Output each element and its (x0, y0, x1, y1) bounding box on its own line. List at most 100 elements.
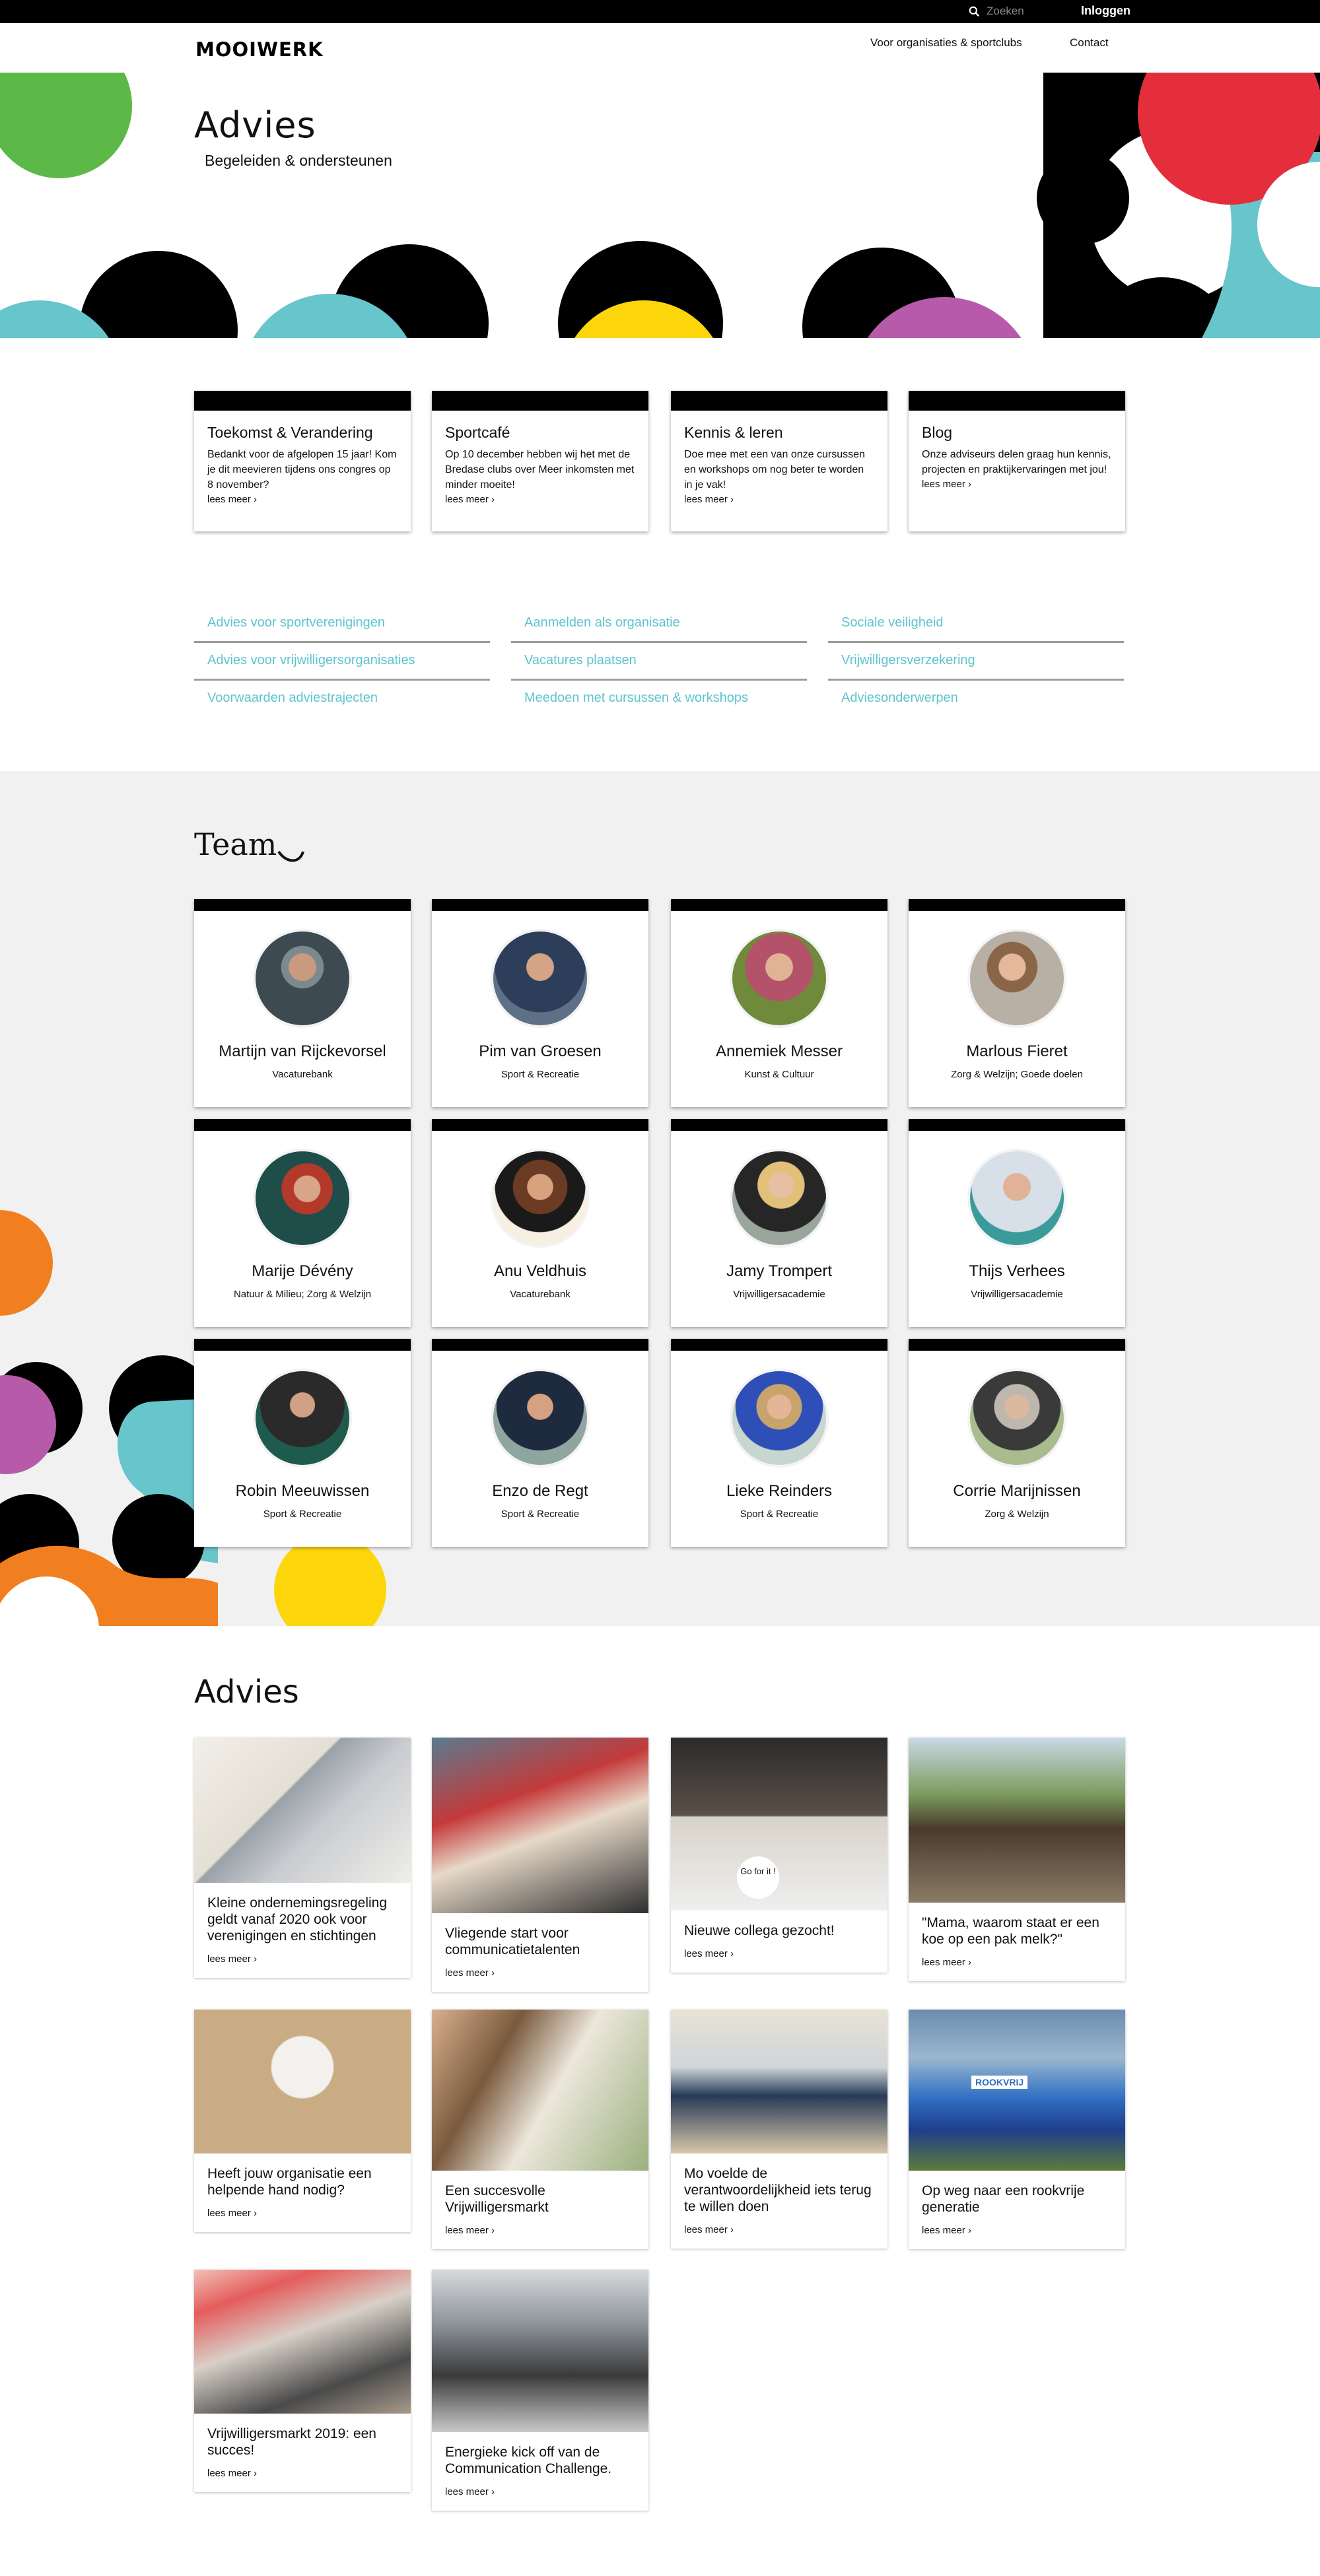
member-name: Thijs Verhees (969, 1262, 1065, 1280)
nav-link-contact[interactable]: Contact (1070, 36, 1109, 50)
link-item[interactable]: Meedoen met cursussen & workshops (511, 681, 807, 718)
team-card[interactable]: Jamy Trompert Vrijwilligersacademie (671, 1119, 887, 1327)
read-more-link[interactable]: lees meer › (922, 479, 1112, 490)
svg-text:Team: Team (194, 827, 277, 862)
read-more-link[interactable]: lees meer › (684, 2224, 874, 2235)
link-item[interactable]: Sociale veiligheid (828, 606, 1124, 643)
team-card[interactable]: Marije Dévény Natuur & Milieu; Zorg & We… (194, 1119, 411, 1327)
card-top-bar (909, 391, 1125, 411)
card-top-bar (194, 1339, 411, 1351)
feature-card-sportcafe[interactable]: Sportcafé Op 10 december hebben wij het … (432, 391, 648, 531)
read-more-link[interactable]: lees meer › (684, 494, 874, 505)
card-top-bar (432, 391, 648, 411)
link-item[interactable]: Vacatures plaatsen (511, 644, 807, 681)
read-more-link[interactable]: lees meer › (922, 2225, 1112, 2236)
article-image: Go for it ! (671, 1738, 887, 1911)
read-more-link[interactable]: lees meer › (207, 1953, 398, 1965)
login-link[interactable]: Inloggen (1081, 4, 1130, 18)
card-top-bar (671, 899, 887, 911)
link-item[interactable]: Vrijwilligersverzekering (828, 644, 1124, 681)
team-card[interactable]: Marlous Fieret Zorg & Welzijn; Goede doe… (909, 899, 1125, 1107)
search-field[interactable]: Zoeken (969, 5, 1024, 18)
avatar (491, 929, 590, 1028)
article-title: Op weg naar een rookvrije generatie (922, 2183, 1085, 2215)
member-name: Lieke Reinders (726, 1482, 833, 1500)
article-card[interactable]: Kleine ondernemingsregeling geldt vanaf … (194, 1738, 411, 1978)
article-title: Kleine ondernemingsregeling geldt vanaf … (207, 1895, 388, 1944)
link-label[interactable]: Aanmelden als organisatie (524, 615, 680, 630)
team-card[interactable]: Robin Meeuwissen Sport & Recreatie (194, 1339, 411, 1547)
article-card[interactable]: "Mama, waarom staat er een koe op een pa… (909, 1738, 1125, 1981)
link-item[interactable]: Adviesonderwerpen (828, 681, 1124, 718)
link-label[interactable]: Sociale veiligheid (841, 615, 944, 630)
team-card[interactable]: Thijs Verhees Vrijwilligersacademie (909, 1119, 1125, 1327)
read-more-link[interactable]: lees meer › (445, 1967, 635, 1979)
team-card[interactable]: Corrie Marijnissen Zorg & Welzijn (909, 1339, 1125, 1547)
main-nav: MOOIWERK Voor organisaties & sportclubs … (0, 23, 1320, 73)
link-label[interactable]: Vrijwilligersverzekering (841, 653, 975, 668)
card-top-bar (671, 1119, 887, 1131)
link-item[interactable]: Advies voor sportverenigingen (194, 606, 490, 643)
feature-card-text: Bedankt voor de afgelopen 15 jaar! Kom j… (207, 449, 397, 491)
article-card[interactable]: Go for it ! Nieuwe collega gezocht! lees… (671, 1738, 887, 1973)
link-item[interactable]: Advies voor vrijwilligersorganisaties (194, 644, 490, 681)
member-name: Martijn van Rijckevorsel (219, 1042, 386, 1060)
feature-card-kennis[interactable]: Kennis & leren Doe mee met een van onze … (671, 391, 887, 531)
link-label[interactable]: Adviesonderwerpen (841, 691, 958, 706)
page-subtitle: Begeleiden & ondersteunen (205, 152, 392, 169)
article-card[interactable]: Heeft jouw organisatie een helpende hand… (194, 2010, 411, 2232)
read-more-link[interactable]: lees meer › (207, 2468, 398, 2479)
link-item[interactable]: Voorwaarden adviestrajecten (194, 681, 490, 718)
team-card[interactable]: Pim van Groesen Sport & Recreatie (432, 899, 648, 1107)
read-more-link[interactable]: lees meer › (207, 494, 398, 505)
article-card[interactable]: ROOKVRIJ Op weg naar een rookvrije gener… (909, 2010, 1125, 2249)
feature-card-text: Op 10 december hebben wij het met de Bre… (445, 449, 635, 491)
article-card[interactable]: Mo voelde de verantwoordelijkheid iets t… (671, 2010, 887, 2249)
feature-card-toekomst[interactable]: Toekomst & Verandering Bedankt voor de a… (194, 391, 411, 531)
member-role: Sport & Recreatie (740, 1508, 819, 1520)
search-placeholder: Zoeken (987, 5, 1024, 17)
card-top-bar (194, 1119, 411, 1131)
article-card[interactable]: Energieke kick off van de Communication … (432, 2270, 648, 2511)
article-image (909, 1738, 1125, 1903)
article-title: Mo voelde de verantwoordelijkheid iets t… (684, 2166, 872, 2214)
link-label[interactable]: Meedoen met cursussen & workshops (524, 691, 748, 706)
top-bar: Zoeken Inloggen (0, 0, 1320, 23)
link-label[interactable]: Advies voor vrijwilligersorganisaties (207, 653, 415, 668)
card-top-bar (671, 391, 887, 411)
team-card[interactable]: Martijn van Rijckevorsel Vacaturebank (194, 899, 411, 1107)
card-top-bar (909, 1339, 1125, 1351)
feature-card-text: Doe mee met een van onze cursussen en wo… (684, 449, 865, 491)
team-card[interactable]: Lieke Reinders Sport & Recreatie (671, 1339, 887, 1547)
read-more-link[interactable]: lees meer › (445, 494, 635, 505)
member-name: Marije Dévény (252, 1262, 353, 1280)
link-label[interactable]: Voorwaarden adviestrajecten (207, 691, 378, 706)
article-image: ROOKVRIJ (909, 2010, 1125, 2171)
read-more-link[interactable]: lees meer › (922, 1957, 1112, 1968)
feature-card-blog[interactable]: Blog Onze adviseurs delen graag hun kenn… (909, 391, 1125, 531)
article-card[interactable]: Een succesvolle Vrijwilligersmarkt lees … (432, 2010, 648, 2249)
article-title: Nieuwe collega gezocht! (684, 1923, 835, 1938)
mooiwerk-logo[interactable]: MOOIWERK (194, 32, 333, 65)
read-more-link[interactable]: lees meer › (445, 2486, 635, 2497)
link-label[interactable]: Advies voor sportverenigingen (207, 615, 385, 630)
member-name: Marlous Fieret (966, 1042, 1068, 1060)
team-card[interactable]: Enzo de Regt Sport & Recreatie (432, 1339, 648, 1547)
read-more-link[interactable]: lees meer › (207, 2208, 398, 2219)
read-more-link[interactable]: lees meer › (684, 1948, 874, 1959)
article-card[interactable]: Vrijwilligersmarkt 2019: een succes! lee… (194, 2270, 411, 2492)
member-role: Kunst & Cultuur (744, 1069, 814, 1080)
team-card[interactable]: Annemiek Messer Kunst & Cultuur (671, 899, 887, 1107)
nav-link-organisaties[interactable]: Voor organisaties & sportclubs (870, 36, 1022, 50)
feature-card-title: Blog (922, 424, 953, 441)
article-title: Heeft jouw organisatie een helpende hand… (207, 2166, 372, 2198)
link-label[interactable]: Vacatures plaatsen (524, 653, 637, 668)
read-more-link[interactable]: lees meer › (445, 2225, 635, 2236)
link-item[interactable]: Aanmelden als organisatie (511, 606, 807, 643)
member-name: Robin Meeuwissen (235, 1482, 370, 1500)
team-card[interactable]: Anu Veldhuis Vacaturebank (432, 1119, 648, 1327)
member-role: Sport & Recreatie (501, 1069, 580, 1080)
article-card[interactable]: Vliegende start voor communicatietalente… (432, 1738, 648, 1992)
member-role: Vrijwilligersacademie (971, 1289, 1063, 1300)
article-image (432, 2270, 648, 2432)
